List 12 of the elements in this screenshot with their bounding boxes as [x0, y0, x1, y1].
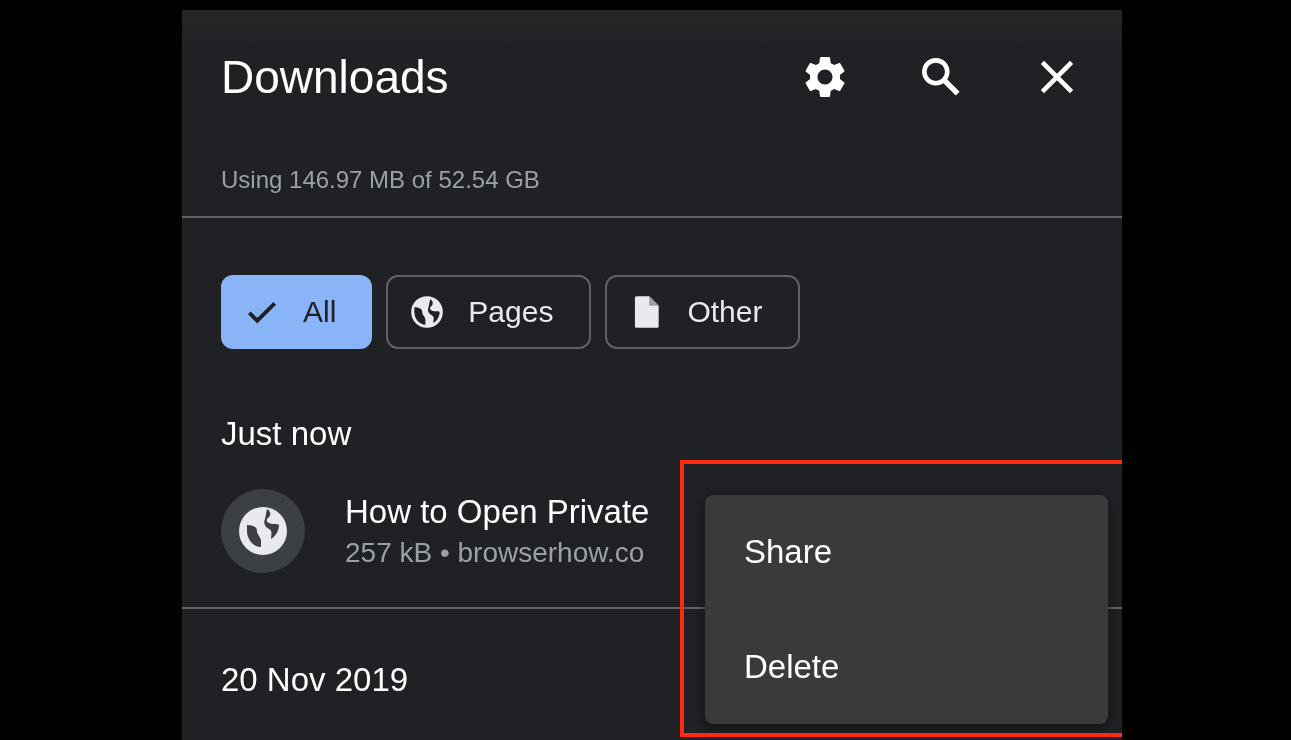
filter-chip[interactable]: Other — [605, 275, 801, 349]
section-heading: 20 Nov 2019 — [221, 661, 409, 699]
filter-chip[interactable]: All — [221, 275, 373, 349]
storage-usage: Using 146.97 MB of 52.54 GB — [220, 166, 541, 194]
section-heading: Just now — [221, 415, 352, 453]
page-title: Downloads — [221, 50, 449, 104]
menu-item[interactable]: Delete — [705, 647, 840, 686]
download-details: 257 kB • browserhow.co — [345, 537, 645, 569]
download-title[interactable]: How to Open Private — [345, 493, 650, 531]
menu-item[interactable]: Share — [705, 533, 833, 572]
filter-chip[interactable]: Pages — [386, 275, 592, 349]
globe-icon — [221, 489, 305, 573]
